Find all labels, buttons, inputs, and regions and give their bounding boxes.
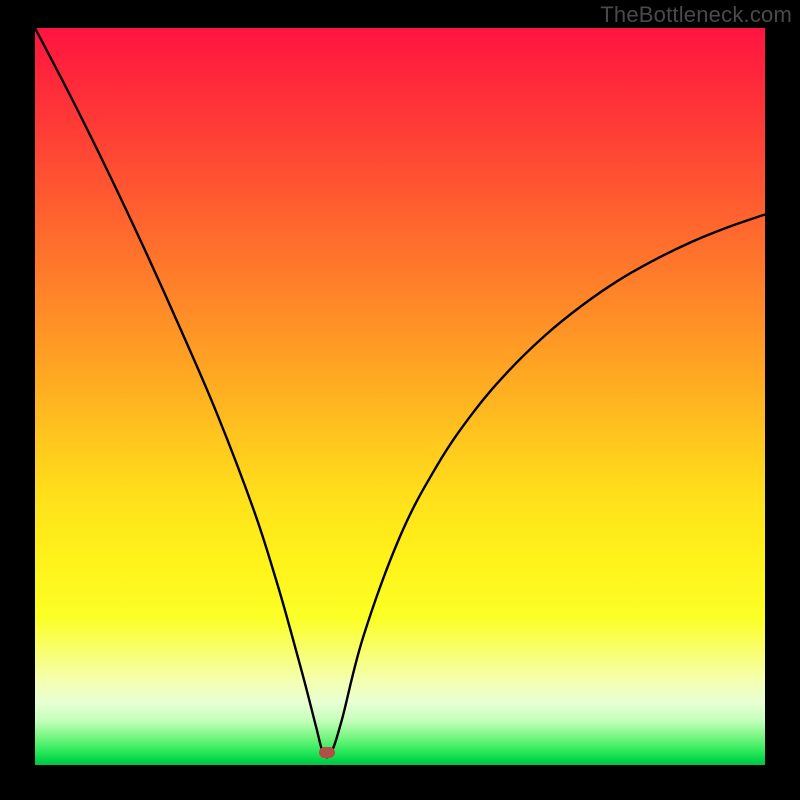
chart-frame: TheBottleneck.com [0,0,800,800]
bottleneck-curve [35,28,765,765]
plot-area [35,28,765,765]
watermark-text: TheBottleneck.com [600,2,792,28]
optimal-marker [319,747,335,758]
